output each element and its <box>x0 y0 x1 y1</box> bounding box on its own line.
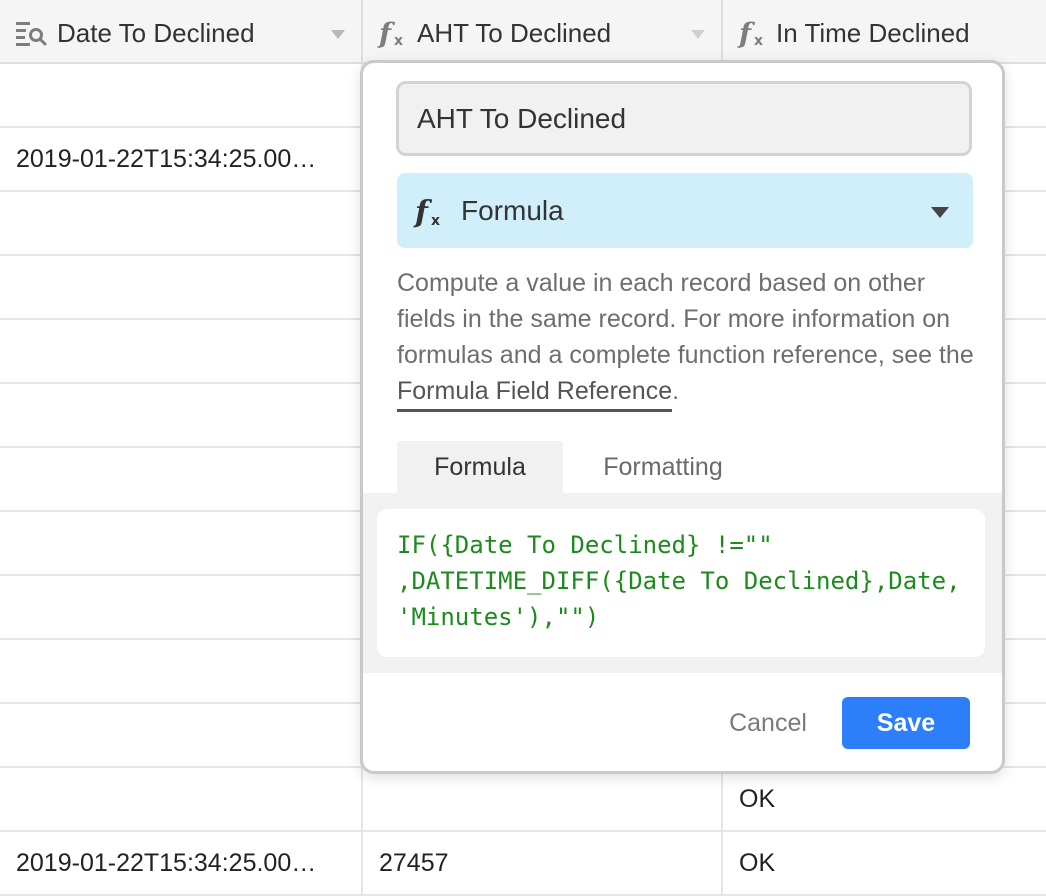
cell-date-to-declined[interactable] <box>0 576 363 638</box>
popup-footer: Cancel Save <box>363 673 1002 771</box>
cell-date-to-declined[interactable] <box>0 768 363 830</box>
tab-formula[interactable]: Formula <box>397 441 563 493</box>
column-header-label: AHT To Declined <box>417 18 612 48</box>
field-type-label: Formula <box>461 195 564 226</box>
cell-date-to-declined[interactable]: 2019-01-22T15:34:25.00… <box>0 832 363 894</box>
save-button[interactable]: Save <box>842 697 970 749</box>
field-config-popup: f x Formula Compute a value in each reco… <box>360 60 1005 774</box>
formula-icon: f x <box>737 18 763 48</box>
cell-date-to-declined[interactable]: 2019-01-22T15:34:25.00… <box>0 128 363 190</box>
svg-text:f: f <box>413 195 433 229</box>
formula-field-reference-link[interactable]: Formula Field Reference <box>397 377 673 412</box>
column-header-label: Date To Declined <box>57 18 255 48</box>
svg-text:x: x <box>394 33 403 48</box>
description-suffix: . <box>672 377 680 405</box>
tab-formatting[interactable]: Formatting <box>563 441 763 493</box>
table-row[interactable]: 2019-01-22T15:34:25.00… 27457 OK <box>0 832 1046 896</box>
lookup-icon <box>16 22 47 46</box>
cell-date-to-declined[interactable] <box>0 64 363 126</box>
column-header-in-time-declined[interactable]: f x In Time Declined <box>723 0 1046 62</box>
field-type-select[interactable]: f x Formula <box>397 173 973 248</box>
svg-text:x: x <box>431 213 440 229</box>
formula-icon: f x <box>413 195 440 229</box>
formula-editor[interactable]: IF({Date To Declined} !="" ,DATETIME_DIF… <box>377 509 985 657</box>
cell-date-to-declined[interactable] <box>0 320 363 382</box>
cell-date-to-declined[interactable] <box>0 640 363 702</box>
column-header-date-to-declined[interactable]: Date To Declined <box>0 0 363 62</box>
cell-aht-to-declined[interactable] <box>363 768 723 830</box>
chevron-down-icon[interactable] <box>691 30 705 39</box>
column-header-label: In Time Declined <box>776 18 970 48</box>
cell-date-to-declined[interactable] <box>0 512 363 574</box>
formula-icon: f x <box>377 18 403 48</box>
chevron-down-icon[interactable] <box>331 30 345 39</box>
cell-date-to-declined[interactable] <box>0 256 363 318</box>
cell-aht-to-declined[interactable]: 27457 <box>363 832 723 894</box>
chevron-down-icon <box>931 207 949 218</box>
cell-date-to-declined[interactable] <box>0 448 363 510</box>
cell-in-time-declined[interactable]: OK <box>723 832 1046 894</box>
field-type-description: Compute a value in each record based on … <box>397 265 977 412</box>
svg-text:x: x <box>754 33 763 48</box>
description-text: Compute a value in each record based on … <box>397 269 974 369</box>
column-header-aht-to-declined[interactable]: f x AHT To Declined <box>363 0 723 62</box>
formula-tabs: Formula Formatting <box>397 441 997 493</box>
field-name-input[interactable] <box>396 81 972 156</box>
cancel-button[interactable]: Cancel <box>713 697 823 749</box>
formula-editor-panel: IF({Date To Declined} !="" ,DATETIME_DIF… <box>363 493 1002 673</box>
cell-date-to-declined[interactable] <box>0 384 363 446</box>
table-row[interactable]: OK <box>0 768 1046 832</box>
cell-in-time-declined[interactable]: OK <box>723 768 1046 830</box>
grid-header: Date To Declined f x AHT To Declined f x… <box>0 0 1046 64</box>
cell-date-to-declined[interactable] <box>0 704 363 766</box>
cell-date-to-declined[interactable] <box>0 192 363 254</box>
